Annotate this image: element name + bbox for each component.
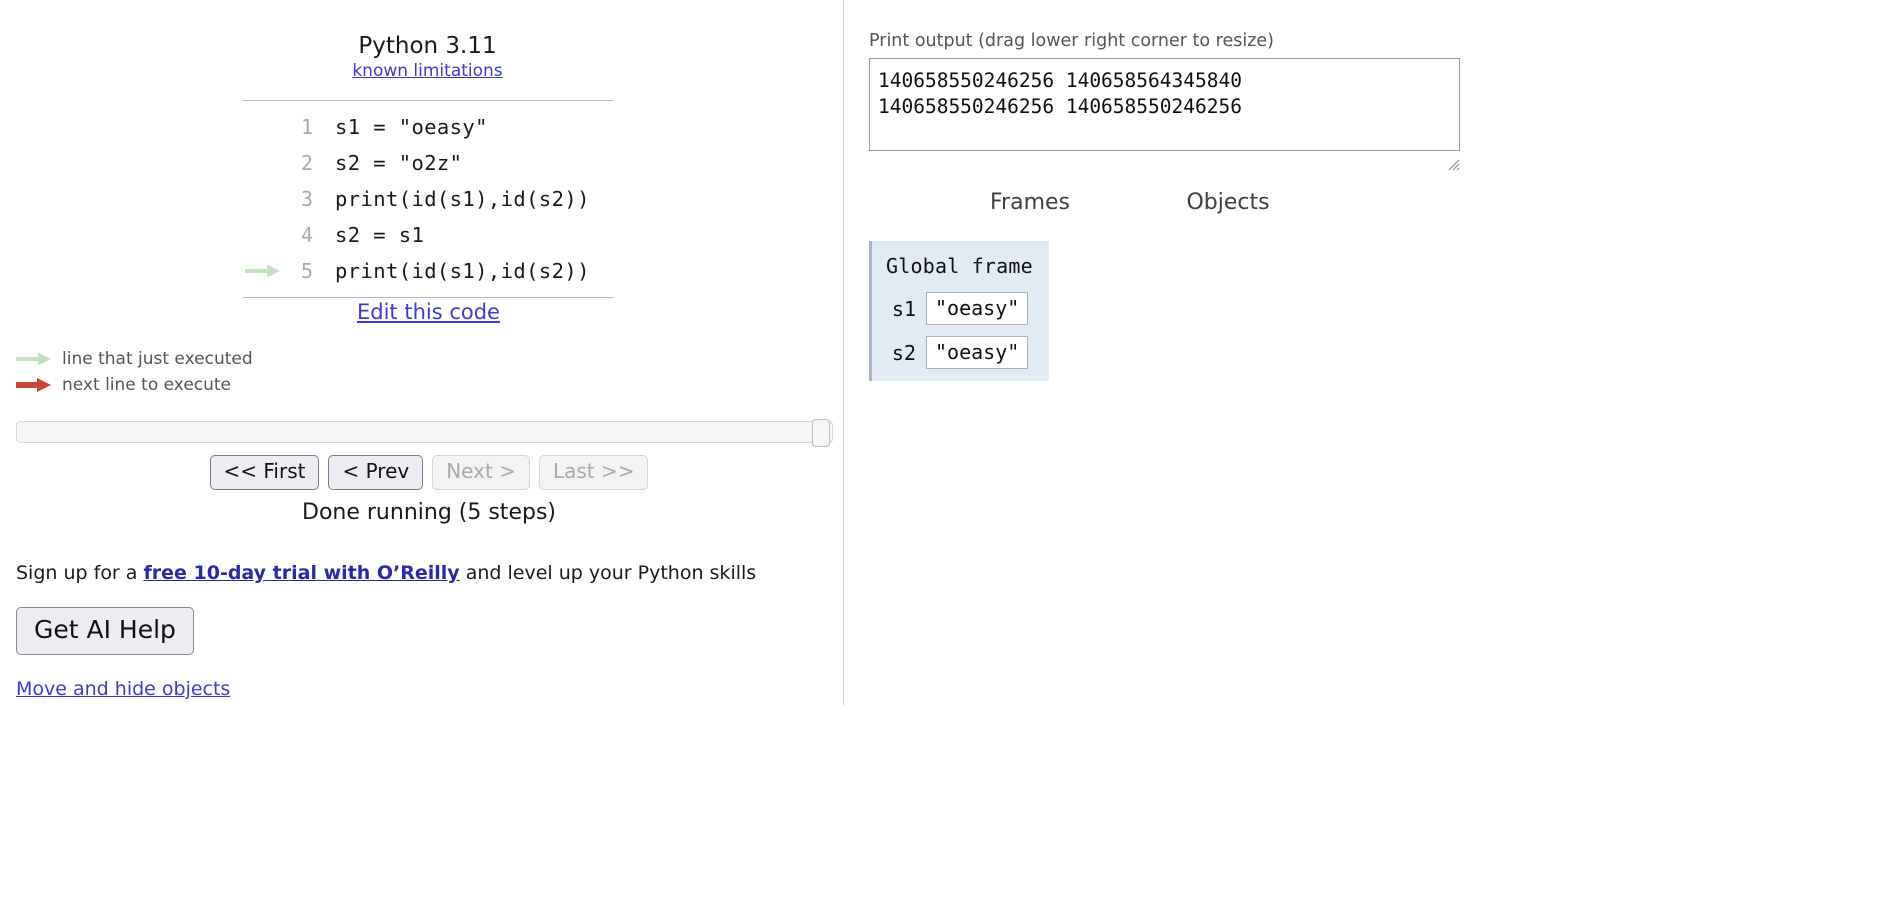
promo-suffix: and level up your Python skills	[459, 562, 757, 584]
code-line-current[interactable]: 5 print(id(s1),id(s2))	[243, 253, 614, 289]
get-ai-help-button[interactable]: Get AI Help	[16, 607, 194, 655]
edit-this-code-link[interactable]: Edit this code	[357, 300, 500, 324]
python-version-label: Python 3.11	[358, 33, 497, 59]
print-output-box[interactable]: 140658550246256 140658564345840 14065855…	[869, 58, 1460, 151]
line-code-text: print(id(s1),id(s2))	[335, 259, 590, 283]
next-button[interactable]: Next >	[432, 455, 530, 490]
legend-label-just-executed: line that just executed	[62, 349, 253, 369]
right-pane: Print output (drag lower right corner to…	[843, 0, 1902, 900]
last-button[interactable]: Last >>	[538, 455, 649, 490]
variable-row: s1 "oeasy"	[884, 292, 1037, 325]
line-code-text: s2 = "o2z"	[335, 151, 463, 175]
execution-status: Done running (5 steps)	[302, 500, 556, 525]
arrow-cell	[243, 145, 287, 181]
frames-header: Frames	[989, 190, 1070, 215]
execution-step-slider[interactable]	[16, 419, 833, 447]
promo-text: Sign up for a free 10-day trial with O’R…	[16, 562, 756, 584]
line-code-text: s1 = "oeasy"	[335, 115, 488, 139]
line-number: 4	[300, 223, 313, 247]
arrow-cell	[243, 109, 287, 145]
line-number: 3	[300, 187, 313, 211]
code-lines: 1 s1 = "oeasy" 2 s2 = "o2z" 3 print(id(s…	[243, 101, 614, 295]
just-executed-arrow-icon	[16, 352, 51, 366]
promo-prefix: Sign up for a	[16, 562, 144, 584]
objects-header: Objects	[1186, 190, 1270, 215]
code-line[interactable]: 3 print(id(s1),id(s2))	[243, 181, 614, 217]
navigation-buttons: << First < Prev Next > Last >>	[0, 455, 858, 490]
next-line-arrow-icon	[16, 378, 51, 392]
variable-name: s1	[891, 296, 916, 321]
known-limitations-wrap: known limitations	[0, 61, 855, 81]
oreilly-trial-link[interactable]: free 10-day trial with O’Reilly	[143, 562, 459, 584]
variable-name: s2	[891, 340, 916, 365]
code-bottom-rule	[243, 297, 614, 298]
edit-code-wrap: Edit this code	[243, 300, 614, 324]
print-output-label: Print output (drag lower right corner to…	[869, 31, 1275, 51]
line-code-text: print(id(s1),id(s2))	[335, 187, 590, 211]
resize-handle-icon[interactable]	[1447, 158, 1460, 171]
python-tutor-visualizer: Python 3.11 known limitations 1 s1 = "oe…	[0, 0, 1902, 900]
line-number: 1	[300, 115, 313, 139]
code-line[interactable]: 4 s2 = s1	[243, 217, 614, 253]
variable-value: "oeasy"	[926, 336, 1029, 369]
global-frame: Global frame s1 "oeasy" s2 "oeasy"	[869, 241, 1049, 381]
first-button[interactable]: << First	[209, 455, 320, 490]
variable-row: s2 "oeasy"	[884, 336, 1037, 369]
legend-row-just-executed: line that just executed	[16, 346, 253, 372]
global-frame-title: Global frame	[886, 254, 1033, 278]
slider-handle[interactable]	[812, 419, 830, 447]
left-pane: Python 3.11 known limitations 1 s1 = "oe…	[0, 0, 843, 900]
line-number: 5	[300, 259, 313, 283]
line-code-text: s2 = s1	[335, 223, 425, 247]
legend-label-next-line: next line to execute	[62, 375, 232, 395]
arrow-cell	[243, 253, 287, 289]
code-line[interactable]: 2 s2 = "o2z"	[243, 145, 614, 181]
legend-row-next-line: next line to execute	[16, 372, 253, 398]
arrow-cell	[243, 181, 287, 217]
legend: line that just executed next line to exe…	[16, 346, 253, 398]
variable-value: "oeasy"	[926, 292, 1029, 325]
prev-button[interactable]: < Prev	[328, 455, 424, 490]
arrow-cell	[243, 217, 287, 253]
known-limitations-link[interactable]: known limitations	[352, 61, 502, 81]
line-number: 2	[300, 151, 313, 175]
just-executed-arrow-icon	[245, 264, 280, 278]
move-and-hide-objects-link[interactable]: Move and hide objects	[16, 678, 230, 700]
code-line[interactable]: 1 s1 = "oeasy"	[243, 109, 614, 145]
code-display: 1 s1 = "oeasy" 2 s2 = "o2z" 3 print(id(s…	[243, 100, 614, 298]
